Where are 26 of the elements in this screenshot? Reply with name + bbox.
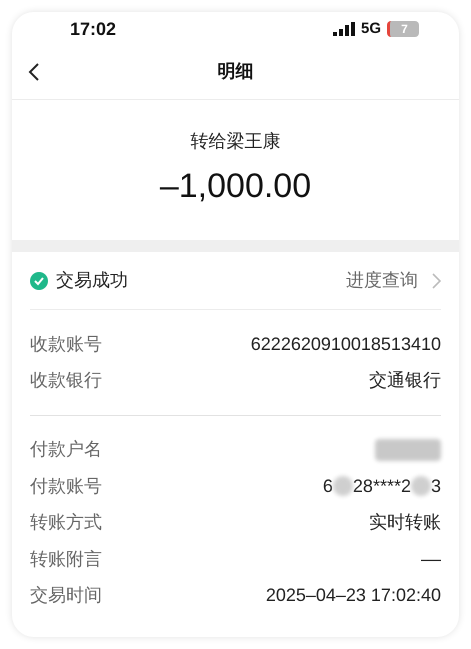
field-label: 转账附言 — [30, 548, 102, 570]
value-text: 2025–04–23 17:02:40 — [266, 584, 441, 607]
back-icon[interactable] — [28, 62, 40, 82]
field-label: 付款户名 — [30, 438, 102, 461]
recipient-text: 转给梁王康 — [190, 130, 280, 153]
field-label: 付款账号 — [30, 474, 102, 498]
value-text: 交通银行 — [369, 369, 441, 392]
value-text: 实时转账 — [369, 511, 441, 534]
battery-icon: 7 — [387, 21, 419, 37]
value-text: 3 — [430, 474, 441, 498]
status-text: 交易成功 — [56, 269, 128, 292]
network-label: 5G — [360, 18, 381, 39]
status-time: 17:02 — [70, 18, 116, 40]
value-text: 28****2 — [352, 474, 411, 498]
amount-text: –1,000.00 — [160, 166, 312, 207]
value-text: 6 — [322, 474, 333, 498]
progress-query-link[interactable]: 进度查询 — [346, 267, 441, 294]
field-label: 转账方式 — [30, 511, 102, 534]
page-title: 明细 — [218, 60, 254, 83]
signal-icon — [332, 22, 355, 36]
field-label: 收款银行 — [30, 369, 102, 392]
field-label: 交易时间 — [30, 584, 102, 607]
field-label: 收款账号 — [30, 332, 102, 356]
chevron-right-icon — [432, 272, 441, 288]
value-text: 6222620910018513410 — [250, 332, 441, 356]
value-text: –– — [420, 548, 441, 570]
